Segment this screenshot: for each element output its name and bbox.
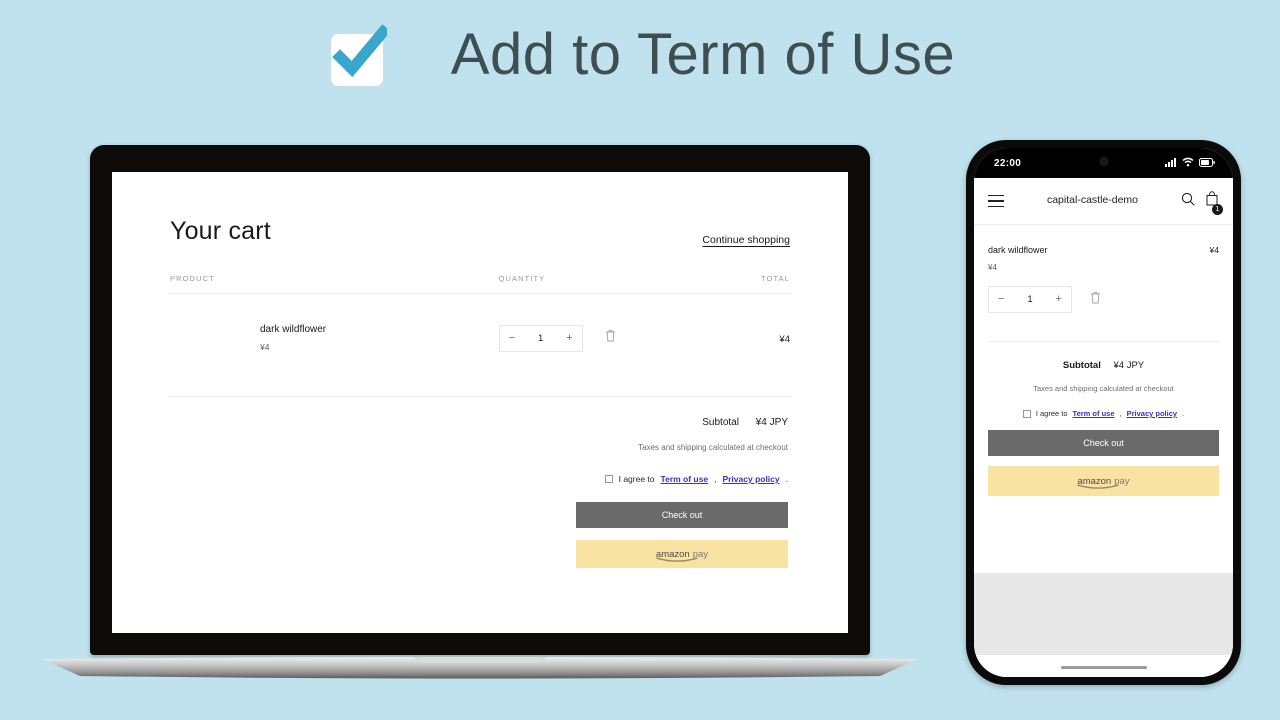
quantity-stepper[interactable]: − 1 + xyxy=(988,286,1072,313)
agreement-prefix: I agree to xyxy=(1035,409,1068,418)
quantity-value[interactable]: 1 xyxy=(1027,294,1032,305)
phone-buttons: Check out amazon pay xyxy=(988,418,1219,496)
hamburger-menu-icon[interactable] xyxy=(988,191,1004,211)
desktop-totals: Subtotal ¥4 JPY Taxes and shipping calcu… xyxy=(170,417,790,568)
phone-header-actions: 1 xyxy=(1181,191,1223,215)
shop-name[interactable]: capital-castle-demo xyxy=(1012,194,1173,207)
phone-screen: 22:00 capital-castle-demo 1 dark wildflo… xyxy=(974,148,1233,677)
quantity-stepper[interactable]: − 1 + xyxy=(498,324,583,352)
quantity-increase-button[interactable]: + xyxy=(1056,294,1062,305)
search-icon[interactable] xyxy=(1181,192,1195,211)
column-header-product: PRODUCT xyxy=(170,274,215,283)
product-cell: dark wildflower ¥4 xyxy=(170,324,499,352)
checkout-button[interactable]: Check out xyxy=(988,430,1219,456)
amazon-smile-icon xyxy=(656,557,698,562)
subtotal-row: Subtotal ¥4 JPY xyxy=(170,417,788,428)
tax-note: Taxes and shipping calculated at checkou… xyxy=(1033,384,1174,393)
amazon-pay-logo: amazon pay xyxy=(656,549,708,562)
quantity-decrease-button[interactable]: − xyxy=(509,332,515,344)
quantity-decrease-button[interactable]: − xyxy=(998,294,1004,305)
checkout-button[interactable]: Check out xyxy=(576,502,788,528)
phone-product-info: dark wildflower ¥4 xyxy=(988,245,1048,272)
phone-footer-area xyxy=(974,573,1233,677)
status-bar: 22:00 xyxy=(974,148,1233,178)
column-header-total: TOTAL xyxy=(761,274,790,283)
product-name[interactable]: dark wildflower xyxy=(988,245,1048,255)
quantity-cell: − 1 + xyxy=(498,324,673,352)
agreement-row: I agree to Term of use, Privacy policy . xyxy=(988,409,1219,418)
agreement-separator: , xyxy=(1119,409,1122,418)
phone-totals: Subtotal ¥4 JPY Taxes and shipping calcu… xyxy=(988,342,1219,418)
continue-shopping-link[interactable]: Continue shopping xyxy=(702,234,790,246)
header-divider xyxy=(170,293,790,294)
trash-icon[interactable] xyxy=(605,329,616,347)
cart-count-badge: 1 xyxy=(1212,204,1223,215)
laptop-lid: Your cart Continue shopping PRODUCT QUAN… xyxy=(90,145,870,655)
subtotal-label: Subtotal xyxy=(1062,360,1101,371)
amazon-pay-button[interactable]: amazon pay xyxy=(576,540,788,568)
status-icons xyxy=(1165,154,1215,172)
phone-quantity-row: − 1 + xyxy=(988,286,1219,313)
agreement-suffix: . xyxy=(785,474,788,484)
amazon-pay-button[interactable]: amazon pay xyxy=(988,466,1219,496)
amazon-smile-icon xyxy=(1077,484,1120,489)
row-divider xyxy=(170,396,790,397)
agreement-checkbox[interactable] xyxy=(604,475,613,483)
quantity-increase-button[interactable]: + xyxy=(566,332,572,344)
line-total: ¥4 xyxy=(779,334,790,345)
product-name[interactable]: dark wildflower xyxy=(260,324,499,335)
product-price: ¥4 xyxy=(260,342,270,352)
product-price: ¥4 xyxy=(988,263,997,272)
desktop-column-headers: PRODUCT QUANTITY TOTAL xyxy=(170,274,790,283)
quantity-value[interactable]: 1 xyxy=(538,333,543,344)
home-indicator[interactable] xyxy=(1060,665,1147,669)
desktop-cart-header: Your cart Continue shopping xyxy=(170,217,790,246)
agreement-separator: , xyxy=(714,474,717,484)
phone-home-bar-area xyxy=(974,655,1233,677)
table-row: dark wildflower ¥4 − 1 + ¥4 xyxy=(170,302,790,374)
tax-note: Taxes and shipping calculated at checkou… xyxy=(638,443,788,452)
term-of-use-link[interactable]: Term of use xyxy=(1073,409,1115,418)
front-camera-icon xyxy=(1099,157,1108,166)
amazon-pay-logo: amazon pay xyxy=(1077,476,1130,489)
subtotal-label: Subtotal xyxy=(702,417,739,428)
desktop-cart-page: Your cart Continue shopping PRODUCT QUAN… xyxy=(112,172,848,633)
desktop-buttons: Check out amazon pay xyxy=(170,502,788,568)
column-header-quantity: QUANTITY xyxy=(498,274,546,283)
agreement-checkbox[interactable] xyxy=(1022,409,1031,418)
trash-icon[interactable] xyxy=(1090,291,1101,309)
phone-header: capital-castle-demo 1 xyxy=(974,178,1233,224)
list-item: dark wildflower ¥4 ¥4 xyxy=(988,225,1219,272)
total-cell: ¥4 xyxy=(672,329,790,347)
term-of-use-link[interactable]: Term of use xyxy=(661,474,709,484)
privacy-policy-link[interactable]: Privacy policy xyxy=(1127,409,1177,418)
desktop-page-title: Your cart xyxy=(170,217,271,245)
subtotal-value: ¥4 JPY xyxy=(755,417,788,428)
line-total: ¥4 xyxy=(1209,245,1219,255)
banner: Add to Term of Use xyxy=(0,24,1280,86)
agreement-suffix: . xyxy=(1182,409,1185,418)
status-time: 22:00 xyxy=(994,157,1022,169)
laptop-mockup: Your cart Continue shopping PRODUCT QUAN… xyxy=(42,145,918,679)
agreement-row: I agree to Term of use, Privacy policy . xyxy=(170,474,788,484)
battery-icon xyxy=(1199,154,1215,172)
subtotal-row: Subtotal ¥4 JPY xyxy=(988,360,1219,371)
cart-button[interactable]: 1 xyxy=(1205,191,1223,215)
subtotal-value: ¥4 JPY xyxy=(1113,360,1145,371)
phone-cart-body: dark wildflower ¥4 ¥4 − 1 + Subtotal ¥4 … xyxy=(974,225,1233,496)
laptop-screen: Your cart Continue shopping PRODUCT QUAN… xyxy=(112,172,848,633)
cellular-signal-icon xyxy=(1165,154,1177,172)
phone-mockup: 22:00 capital-castle-demo 1 dark wildflo… xyxy=(966,140,1241,685)
page-title: Add to Term of Use xyxy=(450,22,956,87)
laptop-base xyxy=(42,657,918,679)
checkbox-checked-icon xyxy=(325,24,387,86)
wifi-icon xyxy=(1182,154,1194,172)
privacy-policy-link[interactable]: Privacy policy xyxy=(722,474,779,484)
agreement-prefix: I agree to xyxy=(618,474,655,484)
